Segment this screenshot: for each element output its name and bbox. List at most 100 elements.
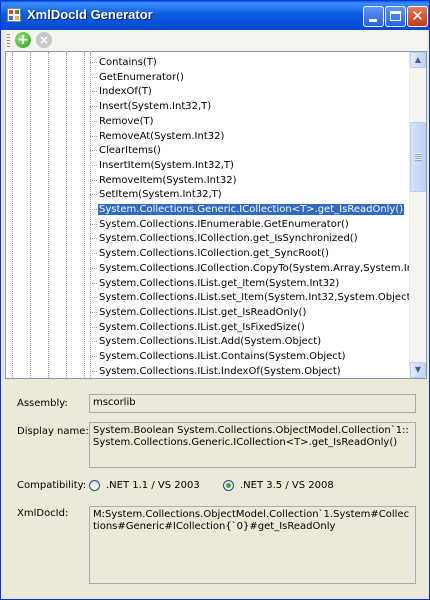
tree-item-label: InsertItem(System.Int32,T) [99,159,234,171]
tree-guide-line [48,52,49,378]
tree-item[interactable]: System.Collections.Generic.ICollection<T… [90,202,405,217]
close-button[interactable]: ✕ [407,6,428,27]
tree-item-label: System.Collections.IList.set_Item(System… [99,292,415,304]
scroll-down-button[interactable]: ▼ [410,362,426,378]
tree-item-label: System.Collections.ICollection.CopyTo(Sy… [99,262,427,274]
tree-item[interactable]: IndexOf(T) [90,84,153,99]
remove-icon[interactable]: × [36,32,52,48]
tree-item[interactable]: GetEnumerator() [90,70,185,85]
scroll-up-button[interactable]: ▲ [410,52,426,68]
close-icon: ✕ [411,7,424,25]
tree-item[interactable]: InsertItem(System.Int32,T) [90,158,235,173]
xmldocid-field[interactable]: M:System.Collections.ObjectModel.Collect… [89,506,416,584]
title-bar[interactable]: XmlDocId Generator ✕ [1,1,429,30]
tree-item-label: RemoveItem(System.Int32) [99,174,237,186]
scroll-thumb[interactable] [410,122,426,192]
tree-item-label: Remove(T) [99,115,154,127]
tree-item[interactable]: System.Collections.IEnumerable.GetEnumer… [90,217,350,232]
tree-item[interactable]: System.Collections.ICollection.CopyTo(Sy… [90,261,427,276]
tree-connector [90,370,97,372]
add-icon[interactable]: + [15,32,31,48]
thumb-grip [415,153,422,161]
tree-item[interactable]: RemoveAt(System.Int32) [90,129,225,144]
tree-item-label: SetItem(System.Int32,T) [99,189,222,201]
tree-connector [90,326,97,328]
tree-connector [90,106,97,108]
compat-option-net35-label[interactable]: .NET 3.5 / VS 2008 [240,480,334,491]
tree-item-label: ClearItems() [99,145,161,157]
tree-item-label: System.Collections.IEnumerable.GetEnumer… [99,218,349,230]
minimize-icon [369,19,377,22]
tree-connector [90,62,97,63]
app-window: XmlDocId Generator ✕ + × Contains(T) GetE… [0,0,430,600]
tree-scrollbar[interactable]: ▲ ▼ [409,52,426,378]
tree-item-label: System.Collections.ICollection.get_SyncR… [99,248,329,260]
tree-item[interactable]: System.Collections.IList.set_Item(System… [90,290,415,305]
maximize-button[interactable] [385,6,406,27]
tree-item[interactable]: Contains(T) [90,55,158,70]
tree-item[interactable]: RemoveItem(System.Int32) [90,173,238,188]
tree-connector [90,253,97,255]
assembly-field[interactable]: mscorlib [89,394,416,413]
tree-connector [90,223,97,225]
tree-connector [90,91,97,93]
compat-option-net11-label[interactable]: .NET 1.1 / VS 2003 [106,480,200,491]
maximize-icon [390,11,401,21]
window-title: XmlDocId Generator [27,7,153,22]
tree-connector [90,179,97,181]
tree-item[interactable]: Insert(System.Int32,T) [90,99,212,114]
tree-connector [90,238,97,240]
tree-item[interactable]: System.Collections.ICollection.get_SyncR… [90,246,330,261]
tree-guide-line [66,52,67,378]
tree-item-label: System.Collections.IList.get_IsReadOnly(… [99,306,307,318]
toolbar: + × [5,30,427,51]
tree-item[interactable]: ClearItems() [90,143,162,158]
tree-connector [90,135,97,137]
compat-radio-net35[interactable] [223,480,234,491]
tree-guide-line [12,52,13,378]
tree-item-label: Insert(System.Int32,T) [99,101,212,113]
tree-item[interactable]: Remove(T) [90,114,155,129]
tree-connector [90,282,97,284]
app-icon [7,8,21,22]
tree-guide-line [30,52,31,378]
tree-item-label: GetEnumerator() [99,71,184,83]
tree-item-label: System.Collections.IList.Add(System.Obje… [99,336,322,348]
tree-connector [90,297,97,299]
display-name-label: Display name: [17,426,89,437]
tree-item[interactable]: System.Collections.IList.Contains(System… [90,349,347,364]
compatibility-label: Compatibility: [17,480,87,491]
details-panel: Assembly: mscorlib Display name: System.… [5,382,427,597]
tree-connector [90,341,97,343]
tree-item[interactable]: SetItem(System.Int32,T) [90,187,223,202]
tree-connector [90,194,97,196]
tree-item-label: Contains(T) [99,57,157,68]
display-name-field[interactable]: System.Boolean System.Collections.Object… [89,422,416,468]
compat-radio-net11[interactable] [89,480,100,491]
member-tree[interactable]: Contains(T) GetEnumerator() IndexOf(T) Inse… [5,51,427,379]
toolbar-grip[interactable] [7,34,10,47]
tree-item-label: System.Collections.IList.get_IsFixedSize… [99,321,305,333]
tree-item[interactable]: System.Collections.IList.get_IsReadOnly(… [90,305,307,320]
tree-item-label: System.Collections.ICollection.get_IsSyn… [99,233,358,245]
tree-connector [90,356,97,357]
tree-item-label: RemoveAt(System.Int32) [99,130,225,142]
tree-item-label: System.Collections.IList.IndexOf(System.… [99,365,341,377]
tree-item[interactable]: System.Collections.ICollection.get_IsSyn… [90,231,359,246]
tree-guide-line [90,52,91,378]
tree-item[interactable]: System.Collections.IList.Add(System.Obje… [90,334,322,349]
tree-item-label: System.Collections.Generic.ICollection<T… [98,204,405,215]
minimize-button[interactable] [363,6,384,27]
tree-guide-line [84,52,85,378]
tree-item-label: System.Collections.IList.Contains(System… [99,351,346,362]
tree-connector [90,311,97,313]
tree-connector [90,76,97,78]
tree-item[interactable]: System.Collections.IList.IndexOf(System.… [90,364,342,378]
tree-item[interactable]: System.Collections.IList.get_IsFixedSize… [90,320,306,335]
tree-connector [90,120,97,122]
tree-connector [90,267,97,269]
tree-connector [90,150,97,152]
tree-connector [90,164,97,166]
tree-item-label: IndexOf(T) [99,86,152,98]
tree-item[interactable]: System.Collections.IList.get_Item(System… [90,276,340,291]
